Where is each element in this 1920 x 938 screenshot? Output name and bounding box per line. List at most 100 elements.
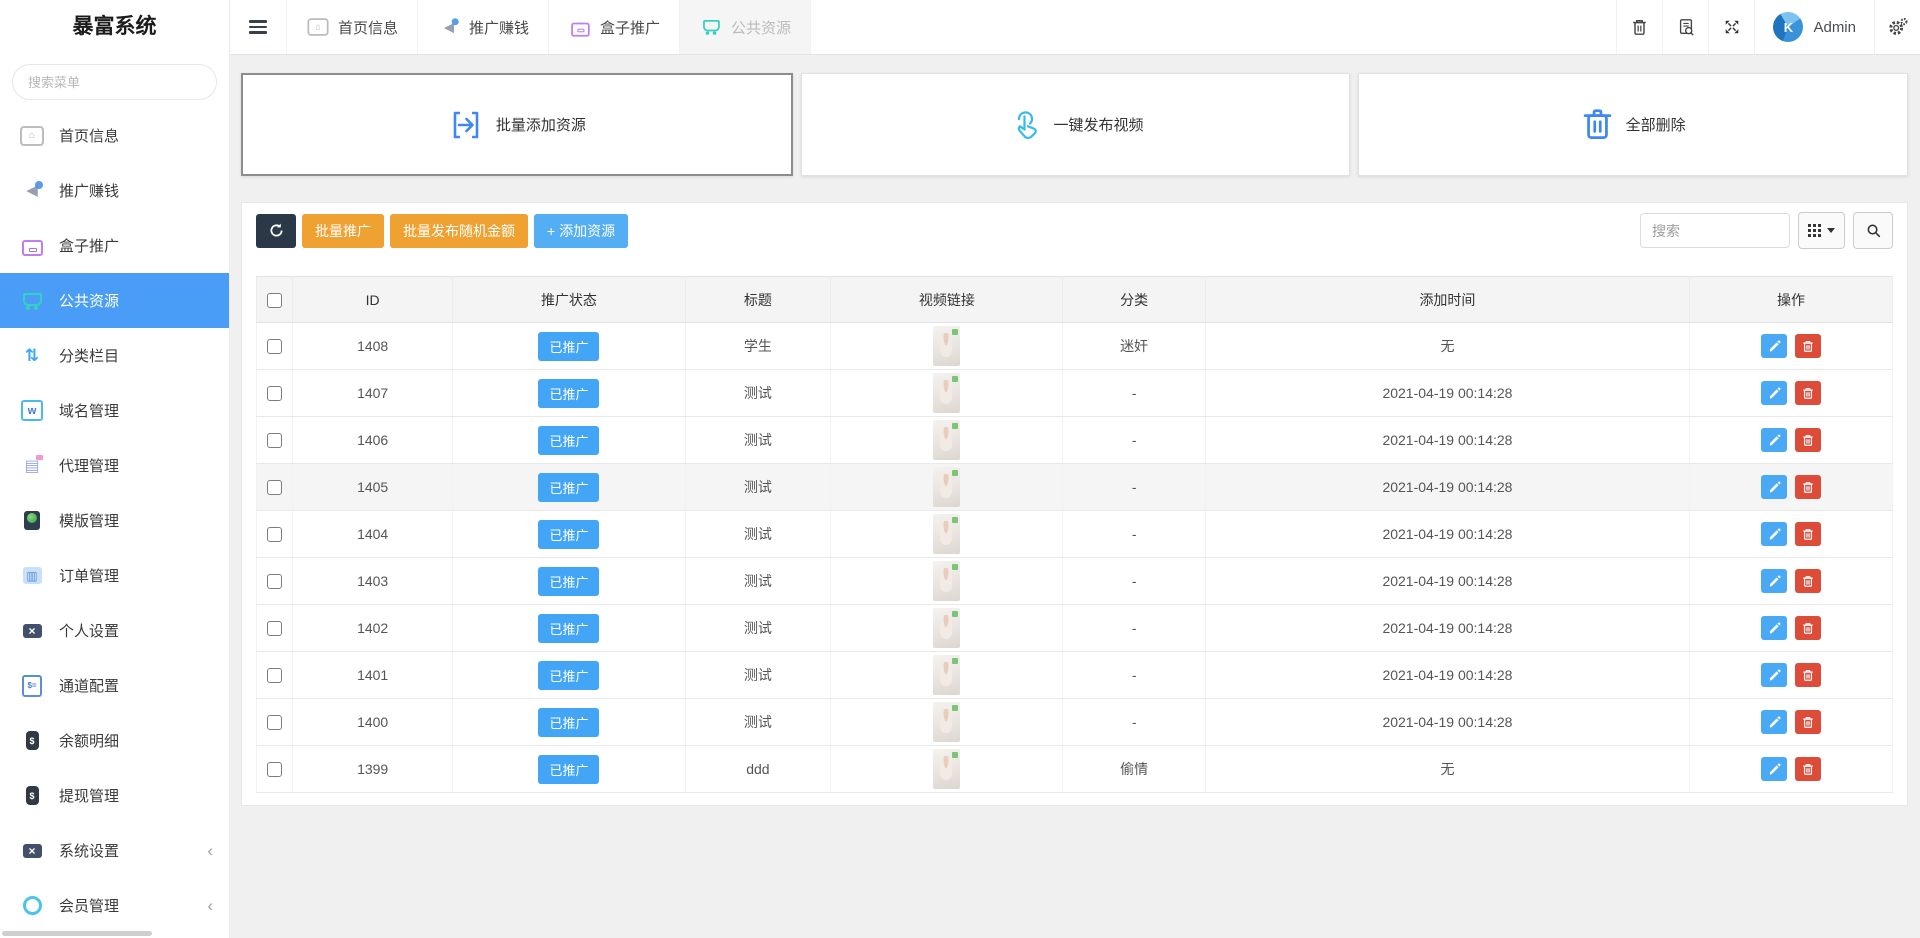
sidebar-item[interactable]: 系统设置: [0, 823, 229, 878]
edit-button[interactable]: [1761, 710, 1787, 734]
delete-button[interactable]: [1795, 616, 1821, 640]
one-tap-publish-button[interactable]: 一键发布视频: [801, 73, 1351, 176]
batch-promote-button[interactable]: 批量推广: [302, 214, 384, 248]
delete-button[interactable]: [1795, 569, 1821, 593]
row-checkbox[interactable]: [267, 527, 282, 542]
pencil-icon: [1768, 716, 1781, 729]
delete-all-button[interactable]: 全部删除: [1358, 73, 1908, 176]
tab-public-resource[interactable]: 公共资源: [679, 0, 811, 54]
edit-button[interactable]: [1761, 334, 1787, 358]
video-thumbnail[interactable]: [933, 514, 960, 554]
row-checkbox[interactable]: [267, 386, 282, 401]
delete-button[interactable]: [1795, 710, 1821, 734]
settings-gears-icon[interactable]: [1874, 0, 1920, 54]
tab-home-info[interactable]: 首页信息: [286, 0, 417, 54]
sidebar-scrollbar[interactable]: [2, 931, 152, 936]
video-thumbnail[interactable]: [933, 326, 960, 366]
sidebar-item[interactable]: 通道配置: [0, 658, 229, 713]
delete-button[interactable]: [1795, 381, 1821, 405]
row-checkbox[interactable]: [267, 574, 282, 589]
sidebar-item[interactable]: 订单管理: [0, 548, 229, 603]
delete-all-icon: [1581, 106, 1614, 143]
edit-button[interactable]: [1761, 475, 1787, 499]
batch-publish-random-button[interactable]: 批量发布随机金额: [390, 214, 528, 248]
table-row: 1400 已推广 测试 - 2021-04-19 00:14:28: [257, 699, 1893, 746]
select-all-checkbox[interactable]: [267, 293, 282, 308]
table-row: 1406 已推广 测试 - 2021-04-19 00:14:28: [257, 417, 1893, 464]
cell-title: 测试: [685, 464, 831, 511]
edit-button[interactable]: [1761, 522, 1787, 546]
cell-id: 1404: [292, 511, 452, 558]
user-name: Admin: [1813, 19, 1856, 36]
video-thumbnail[interactable]: [933, 655, 960, 695]
tab-box-promote[interactable]: 盒子推广: [548, 0, 679, 54]
sidebar-item[interactable]: 个人设置: [0, 603, 229, 658]
video-thumbnail[interactable]: [933, 420, 960, 460]
tab-promote-earn[interactable]: 推广赚钱: [417, 0, 548, 54]
edit-button[interactable]: [1761, 569, 1787, 593]
row-checkbox[interactable]: [267, 715, 282, 730]
sidebar-item[interactable]: 首页信息: [0, 108, 229, 163]
video-thumbnail[interactable]: [933, 467, 960, 507]
edit-button[interactable]: [1761, 428, 1787, 452]
status-badge: 已推广: [538, 426, 599, 455]
edit-button[interactable]: [1761, 616, 1787, 640]
delete-button[interactable]: [1795, 522, 1821, 546]
sidebar-item[interactable]: 盒子推广: [0, 218, 229, 273]
edit-button[interactable]: [1761, 381, 1787, 405]
sidebar-item[interactable]: 公共资源: [0, 273, 229, 328]
sidebar-search-input[interactable]: [26, 74, 206, 91]
fullscreen-icon[interactable]: [1708, 0, 1754, 54]
columns-toggle-button[interactable]: [1798, 212, 1845, 249]
sidebar-item[interactable]: 提现管理: [0, 768, 229, 823]
sidebar-item[interactable]: 会员管理: [0, 878, 229, 933]
main-content: 批量添加资源 一键发布视频 全部删除 批量推广 批量发布随机金额 +添加资源: [230, 55, 1920, 806]
row-checkbox[interactable]: [267, 480, 282, 495]
sidebar-item[interactable]: 模版管理: [0, 493, 229, 548]
sidebar-search-box[interactable]: [12, 64, 217, 100]
column-header-title: 标题: [685, 277, 831, 323]
cell-time: 2021-04-19 00:14:28: [1205, 417, 1689, 464]
table-row: 1405 已推广 测试 - 2021-04-19 00:14:28: [257, 464, 1893, 511]
cell-time: 2021-04-19 00:14:28: [1205, 558, 1689, 605]
cell-category: 迷奸: [1063, 323, 1205, 370]
delete-button[interactable]: [1795, 334, 1821, 358]
batch-add-resource-button[interactable]: 批量添加资源: [241, 73, 793, 176]
row-checkbox[interactable]: [267, 433, 282, 448]
add-resource-button[interactable]: +添加资源: [534, 214, 628, 248]
row-checkbox[interactable]: [267, 668, 282, 683]
video-thumbnail[interactable]: [933, 608, 960, 648]
video-thumbnail[interactable]: [933, 749, 960, 789]
delete-button[interactable]: [1795, 757, 1821, 781]
sidebar-item[interactable]: 分类栏目: [0, 328, 229, 383]
delete-button[interactable]: [1795, 475, 1821, 499]
cell-id: 1401: [292, 652, 452, 699]
refresh-button[interactable]: [256, 214, 296, 248]
promote-earn-icon: [20, 179, 44, 203]
row-checkbox[interactable]: [267, 621, 282, 636]
box-promote-icon: [20, 234, 44, 258]
edit-button[interactable]: [1761, 757, 1787, 781]
video-thumbnail[interactable]: [933, 373, 960, 413]
user-menu[interactable]: K Admin: [1754, 0, 1874, 54]
clear-cache-icon[interactable]: [1662, 0, 1708, 54]
plus-icon: +: [547, 223, 555, 239]
trash-icon[interactable]: [1616, 0, 1662, 54]
pencil-icon: [1768, 434, 1781, 447]
sidebar-item[interactable]: 域名管理: [0, 383, 229, 438]
status-badge: 已推广: [538, 520, 599, 549]
row-checkbox[interactable]: [267, 339, 282, 354]
menu-toggle-icon[interactable]: [230, 0, 286, 54]
table-search-button[interactable]: [1853, 212, 1893, 249]
sidebar-item[interactable]: 余额明细: [0, 713, 229, 768]
video-thumbnail[interactable]: [933, 702, 960, 742]
delete-button[interactable]: [1795, 428, 1821, 452]
delete-button[interactable]: [1795, 663, 1821, 687]
pencil-icon: [1768, 340, 1781, 353]
edit-button[interactable]: [1761, 663, 1787, 687]
row-checkbox[interactable]: [267, 762, 282, 777]
video-thumbnail[interactable]: [933, 561, 960, 601]
sidebar-item[interactable]: 代理管理: [0, 438, 229, 493]
sidebar-item[interactable]: 推广赚钱: [0, 163, 229, 218]
table-search-input[interactable]: [1640, 213, 1790, 248]
